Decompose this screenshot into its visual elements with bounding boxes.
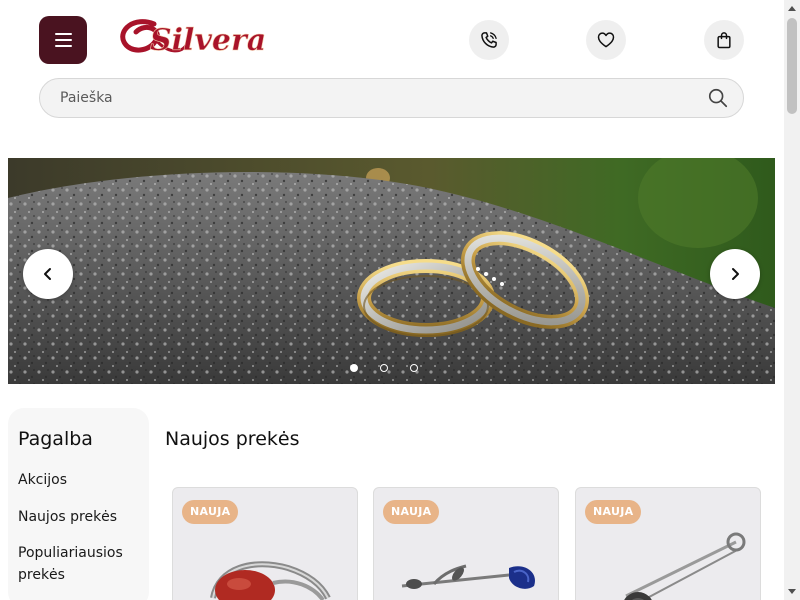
wishlist-button[interactable]: [586, 20, 626, 60]
menu-icon-line: [54, 39, 72, 41]
banner-image-rings: [8, 158, 775, 384]
menu-icon-line: [54, 45, 72, 47]
product-card[interactable]: NAUJA: [172, 487, 358, 600]
search-input[interactable]: [60, 79, 700, 117]
triangle-up-icon: [788, 6, 796, 11]
new-badge: NAUJA: [182, 500, 239, 524]
logo-graphic: Silvera: [120, 19, 267, 58]
triangle-down-icon: [788, 589, 796, 594]
page-scrollbar[interactable]: [784, 0, 800, 600]
product-card[interactable]: NAUJA: [373, 487, 559, 600]
chevron-left-icon: [44, 268, 51, 280]
section-title: Naujos prekės: [165, 428, 300, 450]
carousel-dot[interactable]: [350, 364, 358, 372]
menu-icon-line: [54, 33, 72, 35]
help-sidebar: Pagalba Akcijos Naujos prekės Populiaria…: [8, 408, 149, 600]
scrollbar-thumb[interactable]: [787, 18, 797, 114]
carousel-next-button[interactable]: [710, 249, 760, 299]
carousel-prev-button[interactable]: [23, 249, 73, 299]
scroll-down-button[interactable]: [784, 584, 800, 600]
site-logo[interactable]: Silvera: [116, 12, 276, 64]
search-bar: [39, 78, 744, 118]
heart-icon: [597, 32, 615, 48]
sidebar-title: Pagalba: [18, 428, 93, 450]
new-badge: NAUJA: [383, 500, 440, 524]
menu-button[interactable]: [39, 16, 87, 64]
product-card[interactable]: NAUJA: [575, 487, 761, 600]
phone-button[interactable]: [469, 20, 509, 60]
sidebar-item-naujos-prekes[interactable]: Naujos prekės: [18, 506, 143, 528]
sidebar-item-akcijos[interactable]: Akcijos: [18, 469, 143, 491]
carousel-pagination: [350, 364, 418, 372]
scroll-up-button[interactable]: [784, 0, 800, 16]
hero-carousel: [8, 158, 775, 384]
shopping-bag-icon: [717, 32, 731, 49]
cart-button[interactable]: [704, 20, 744, 60]
page: Silvera Paieška Pagalba Akcijos Naujos p…: [0, 0, 784, 600]
search-icon[interactable]: [707, 87, 729, 109]
chevron-right-icon: [732, 268, 739, 280]
new-badge: NAUJA: [585, 500, 642, 524]
logo-text: Silvera: [150, 23, 266, 58]
carousel-dot[interactable]: [410, 364, 418, 372]
phone-icon: [481, 32, 497, 48]
sidebar-item-populiariausios-prekes[interactable]: Populiariausios prekės: [18, 542, 143, 586]
carousel-dot[interactable]: [380, 364, 388, 372]
